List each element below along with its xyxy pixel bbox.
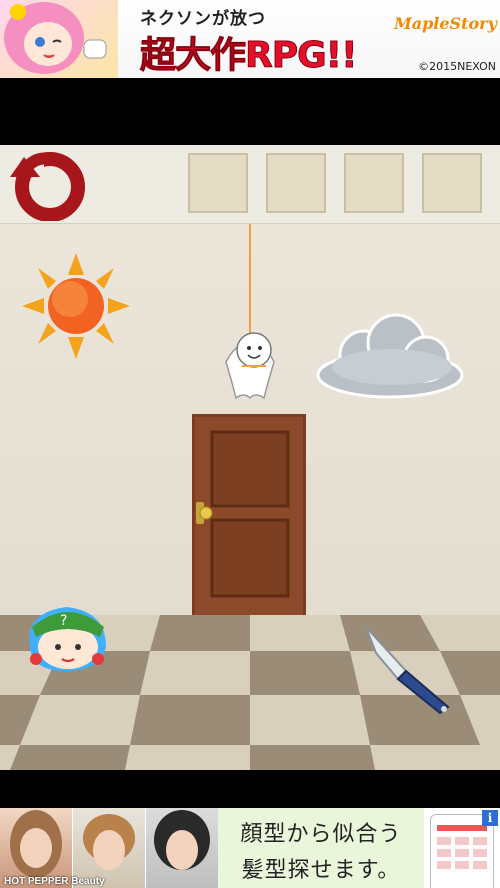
teru-teru-bozu[interactable]: [212, 224, 284, 410]
top-ad-banner[interactable]: ネクソンが放つ 超大作RPG!! MapleStory ©2015NEXON: [0, 0, 500, 78]
ad-character-image: [0, 0, 118, 78]
door[interactable]: [192, 414, 306, 615]
ad-brand: HOT PEPPER Beauty: [4, 876, 105, 887]
ad-brand-logo: MapleStory: [394, 14, 497, 54]
ad-info-icon[interactable]: i: [482, 810, 498, 826]
yukkuri-character[interactable]: ?: [24, 597, 114, 673]
rotate-arrow-icon: [10, 152, 85, 222]
cloud-icon[interactable]: [314, 311, 468, 401]
knife-icon[interactable]: [362, 623, 454, 715]
undo-button[interactable]: [6, 149, 88, 222]
ad-copy-line1: 顔型から似合う: [240, 822, 402, 847]
ad-photos: HOT PEPPER Beauty: [0, 808, 218, 888]
ad-copy-line2: 髪型探せます。: [241, 858, 401, 883]
ad-headline: 超大作RPG!!: [140, 35, 358, 77]
inventory-slot[interactable]: [266, 153, 326, 213]
bottom-ad-banner[interactable]: HOT PEPPER Beauty 顔型から似合う 髪型探せます。 i: [0, 808, 500, 888]
ad-model-photo: [146, 808, 218, 888]
svg-text:?: ?: [60, 613, 67, 629]
inventory-slot[interactable]: [422, 153, 482, 213]
game-toolbar: [0, 145, 500, 224]
ad-brand-text: MapleStory: [394, 14, 497, 33]
inventory-slot[interactable]: [344, 153, 404, 213]
game-scene: ?: [0, 145, 500, 770]
sun-icon[interactable]: [22, 253, 130, 359]
inventory-slot[interactable]: [188, 153, 248, 213]
ad-copyright: ©2015NEXON: [418, 60, 496, 73]
ad-copy: 顔型から似合う 髪型探せます。: [218, 808, 424, 888]
